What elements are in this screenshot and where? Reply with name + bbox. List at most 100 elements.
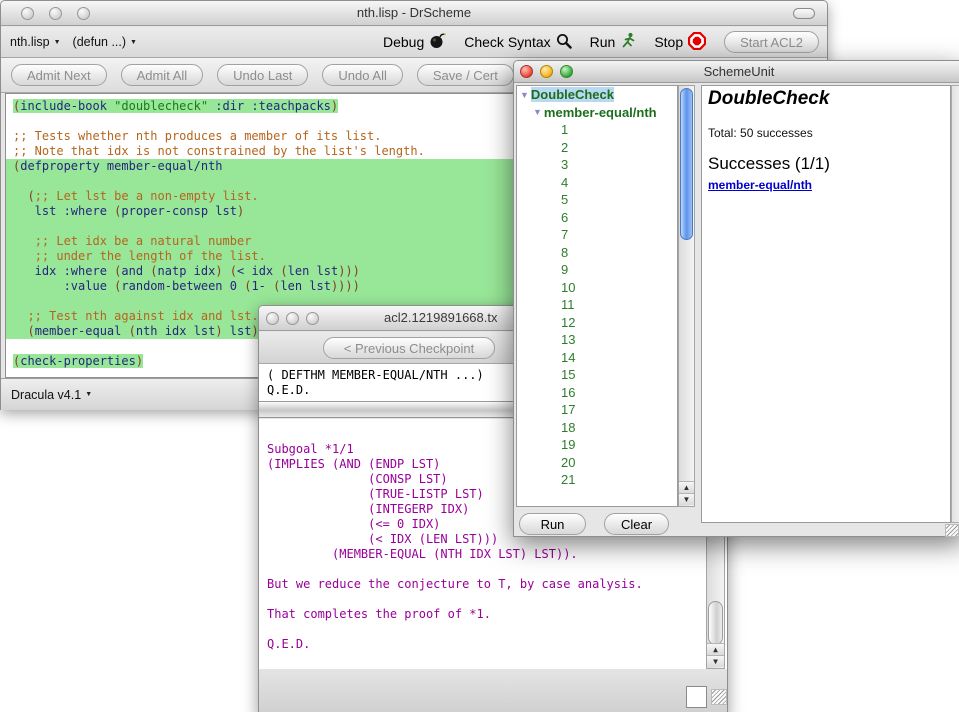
tree-case-item[interactable]: 13 [517, 331, 677, 349]
schemeunit-window: SchemeUnit ▼ DoubleCheck ▼ member-equal/… [513, 60, 959, 537]
tree-item-doublecheck[interactable]: ▼ DoubleCheck [517, 86, 677, 104]
tree-case-item[interactable]: 9 [517, 261, 677, 279]
check-syntax-button[interactable]: Check Syntax [464, 33, 571, 52]
tree-case-list: 123456789101112131415161718192021 [517, 121, 677, 489]
check-syntax-label: Check Syntax [464, 34, 550, 50]
stop-icon [688, 32, 706, 53]
tree-case-item[interactable]: 11 [517, 296, 677, 314]
zoom-button[interactable] [306, 312, 319, 325]
tree-case-item[interactable]: 19 [517, 436, 677, 454]
proof-line [267, 562, 727, 577]
debug-button[interactable]: Debug [383, 32, 446, 52]
scrollbar-thumb[interactable] [708, 601, 723, 645]
tree-case-item[interactable]: 16 [517, 384, 677, 402]
chevron-down-icon: ▼ [130, 39, 137, 46]
desktop: nth.lisp - DrScheme nth.lisp ▼ (defun ..… [0, 0, 959, 712]
tree-case-item[interactable]: 6 [517, 209, 677, 227]
bomb-icon [429, 32, 446, 52]
runner-icon [620, 32, 636, 52]
test-tree: ▼ DoubleCheck ▼ member-equal/nth 1234567… [516, 85, 678, 507]
tree-scrollbar[interactable]: ▲ ▼ [678, 85, 695, 507]
success-test-link[interactable]: member-equal/nth [708, 178, 812, 192]
tree-case-item[interactable]: 5 [517, 191, 677, 209]
toolbar-left: nth.lisp ▼ (defun ...) ▼ [10, 27, 137, 57]
scrollbar-thumb[interactable] [680, 88, 693, 240]
tree-case-item[interactable]: 8 [517, 244, 677, 262]
stop-label: Stop [654, 34, 683, 50]
save-certify-button[interactable]: Save / Cert [417, 64, 514, 86]
run-label: Run [590, 34, 616, 50]
scroll-up-arrow[interactable]: ▲ [707, 643, 724, 655]
tree-case-item[interactable]: 4 [517, 174, 677, 192]
language-dropdown[interactable]: Dracula v4.1 ▼ [11, 388, 92, 402]
run-button[interactable]: Run [590, 32, 637, 52]
window-title: nth.lisp - DrScheme [357, 5, 471, 20]
admit-next-button[interactable]: Admit Next [11, 64, 107, 86]
stop-button[interactable]: Stop [654, 32, 706, 53]
minimize-button[interactable] [540, 65, 553, 78]
scroll-down-arrow[interactable]: ▼ [679, 493, 694, 505]
undo-last-button[interactable]: Undo Last [217, 64, 308, 86]
defun-dropdown[interactable]: (defun ...) ▼ [73, 35, 137, 49]
file-dropdown-label: nth.lisp [10, 35, 50, 49]
scroll-up-arrow[interactable]: ▲ [679, 481, 694, 493]
tree-case-item[interactable]: 14 [517, 349, 677, 367]
drscheme-toolbar: nth.lisp ▼ (defun ...) ▼ Debug Check Syn… [1, 27, 827, 58]
proof-line [267, 592, 727, 607]
proof-line: Q.E.D. [267, 637, 727, 652]
admit-all-button[interactable]: Admit All [121, 64, 204, 86]
tree-case-item[interactable]: 10 [517, 279, 677, 297]
tree-case-item[interactable]: 1 [517, 121, 677, 139]
proof-line: (MEMBER-EQUAL (NTH IDX LST) LST)). [267, 547, 727, 562]
previous-checkpoint-button[interactable]: < Previous Checkpoint [323, 337, 495, 359]
zoom-button[interactable] [560, 65, 573, 78]
resize-grip[interactable] [945, 524, 959, 537]
zoom-button[interactable] [77, 7, 90, 20]
search-icon [556, 33, 572, 52]
drscheme-titlebar[interactable]: nth.lisp - DrScheme [1, 1, 827, 26]
close-button[interactable] [266, 312, 279, 325]
defun-dropdown-label: (defun ...) [73, 35, 127, 49]
chevron-down-icon: ▼ [85, 391, 92, 398]
collapse-widget[interactable] [793, 8, 815, 19]
tree-case-item[interactable]: 15 [517, 366, 677, 384]
chevron-down-icon: ▼ [54, 39, 61, 46]
clear-button[interactable]: Clear [604, 513, 669, 535]
proof-line [267, 622, 727, 637]
close-button[interactable] [21, 7, 34, 20]
tree-case-item[interactable]: 18 [517, 419, 677, 437]
resize-grip[interactable] [711, 689, 727, 705]
scroll-down-arrow[interactable]: ▼ [707, 655, 724, 667]
tree-case-item[interactable]: 12 [517, 314, 677, 332]
tree-item-label: member-equal/nth [544, 105, 657, 120]
detail-scrollbar-gutter[interactable] [951, 85, 959, 523]
proof-line: That completes the proof of *1. [267, 607, 727, 622]
tree-case-item[interactable]: 7 [517, 226, 677, 244]
undo-all-button[interactable]: Undo All [322, 64, 402, 86]
window-title: acl2.1219891668.tx [384, 306, 497, 331]
acl2-bottom-bar [259, 669, 727, 712]
successes-heading: Successes (1/1) [708, 154, 950, 174]
minimize-button[interactable] [286, 312, 299, 325]
run-tests-button[interactable]: Run [519, 513, 586, 535]
schemeunit-titlebar[interactable]: SchemeUnit [514, 61, 959, 83]
tree-item-member-equal-nth[interactable]: ▼ member-equal/nth [517, 104, 677, 122]
expander-triangle-icon[interactable]: ▼ [533, 107, 542, 117]
tree-item-label: DoubleCheck [531, 87, 614, 102]
file-dropdown[interactable]: nth.lisp ▼ [10, 35, 61, 49]
total-successes-text: Total: 50 successes [708, 126, 950, 140]
debug-label: Debug [383, 34, 424, 50]
tree-case-item[interactable]: 17 [517, 401, 677, 419]
tree-case-item[interactable]: 21 [517, 471, 677, 489]
toolbar-right: Debug Check Syntax Run [383, 27, 819, 57]
test-detail-pane: DoubleCheck Total: 50 successes Successe… [701, 85, 951, 523]
status-box[interactable] [686, 686, 707, 708]
minimize-button[interactable] [49, 7, 62, 20]
tree-case-item[interactable]: 20 [517, 454, 677, 472]
start-acl2-button[interactable]: Start ACL2 [724, 31, 819, 53]
tree-case-item[interactable]: 3 [517, 156, 677, 174]
detail-heading: DoubleCheck [708, 88, 950, 110]
close-button[interactable] [520, 65, 533, 78]
tree-case-item[interactable]: 2 [517, 139, 677, 157]
expander-triangle-icon[interactable]: ▼ [520, 90, 529, 100]
